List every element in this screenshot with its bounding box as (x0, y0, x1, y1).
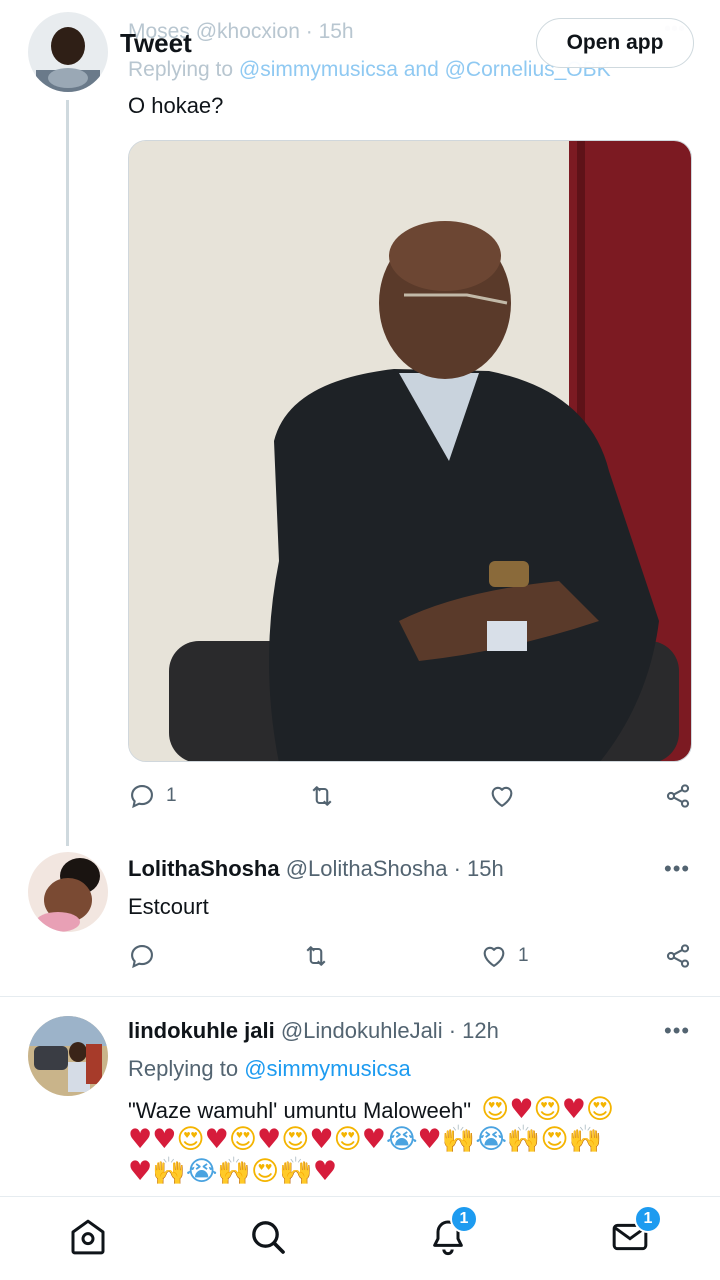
tweet-text: "Waze wamuhl' umuntu Maloweeh" 😍♥😍♥😍 (128, 1094, 614, 1126)
tweet-text: O hokae? (128, 93, 224, 118)
emoji-sequence: 😍♥😍♥😍 (481, 1094, 615, 1125)
emoji-sequence: ♥🙌😭🙌😍🙌♥ (128, 1156, 338, 1187)
thread-line (66, 100, 69, 846)
like-count: 1 (518, 945, 529, 966)
share-icon (666, 944, 690, 968)
nav-notifications[interactable]: 1 (428, 1205, 478, 1261)
author-meta: @LindokuhleJali · 12h (280, 1018, 499, 1043)
replying-user[interactable]: @simmymusicsa (244, 1056, 411, 1081)
avatar[interactable] (28, 852, 108, 932)
author-meta: @khocxion · 15h (195, 20, 354, 43)
search-icon (252, 1221, 285, 1254)
page-title: Tweet (120, 28, 192, 58)
faded-replying-line: Replying to @simmymusicsa and @Cornelius… (128, 58, 611, 82)
replying-prefix: Replying to (128, 58, 234, 81)
share-button[interactable] (664, 782, 692, 810)
replying-line: Replying to @simmymusicsa (128, 1056, 411, 1082)
reply-icon (131, 945, 153, 969)
home-icon (71, 1219, 105, 1255)
share-icon (666, 784, 690, 808)
retweet-button[interactable] (308, 782, 336, 810)
tweet1-actions: 1 (128, 782, 692, 816)
tweet-photo[interactable] (128, 140, 692, 762)
notifications-badge: 1 (450, 1205, 478, 1233)
avatar[interactable] (28, 12, 108, 92)
open-app-button[interactable]: Open app (536, 18, 694, 68)
replying-prefix: Replying to (128, 1056, 239, 1081)
reply-icon (131, 785, 153, 809)
retweet-icon (312, 786, 332, 806)
reply-count: 1 (166, 785, 177, 806)
author-name[interactable]: LolithaShosha (128, 856, 280, 881)
nav-messages[interactable]: 1 (610, 1205, 662, 1261)
like-button[interactable]: 1 (480, 942, 529, 970)
messages-badge: 1 (634, 1205, 662, 1233)
retweet-button[interactable] (302, 942, 330, 970)
nav-search[interactable] (248, 1217, 292, 1261)
share-button[interactable] (664, 942, 692, 970)
like-icon (491, 786, 513, 807)
tweet3-author-line: lindokuhle jali @LindokuhleJali · 12h (128, 1018, 499, 1044)
retweet-icon (306, 946, 326, 966)
nav-home[interactable] (68, 1217, 112, 1261)
tweet2-actions: 1 (128, 942, 692, 976)
author-meta: @LolithaShosha · 15h (285, 856, 504, 881)
more-options-icon[interactable]: ••• (664, 856, 690, 882)
reply-button[interactable] (128, 942, 156, 970)
like-button[interactable] (488, 782, 516, 810)
tweet-text-quote: "Waze wamuhl' umuntu Maloweeh" (128, 1098, 472, 1123)
avatar[interactable] (28, 1016, 108, 1096)
tweet2-author-line: LolithaShosha @LolithaShosha · 15h (128, 856, 504, 882)
emoji-sequence: ♥♥😍♥😍♥😍♥😍♥😭♥🙌😭🙌😍🙌 (128, 1124, 603, 1155)
author-name[interactable]: lindokuhle jali (128, 1018, 275, 1043)
like-icon (483, 946, 505, 967)
reply-button[interactable]: 1 (128, 782, 177, 810)
divider (0, 996, 720, 997)
more-options-icon[interactable]: ••• (664, 1018, 690, 1044)
bottom-nav: 1 1 (0, 1196, 720, 1280)
tweet-text: Estcourt (128, 894, 209, 919)
